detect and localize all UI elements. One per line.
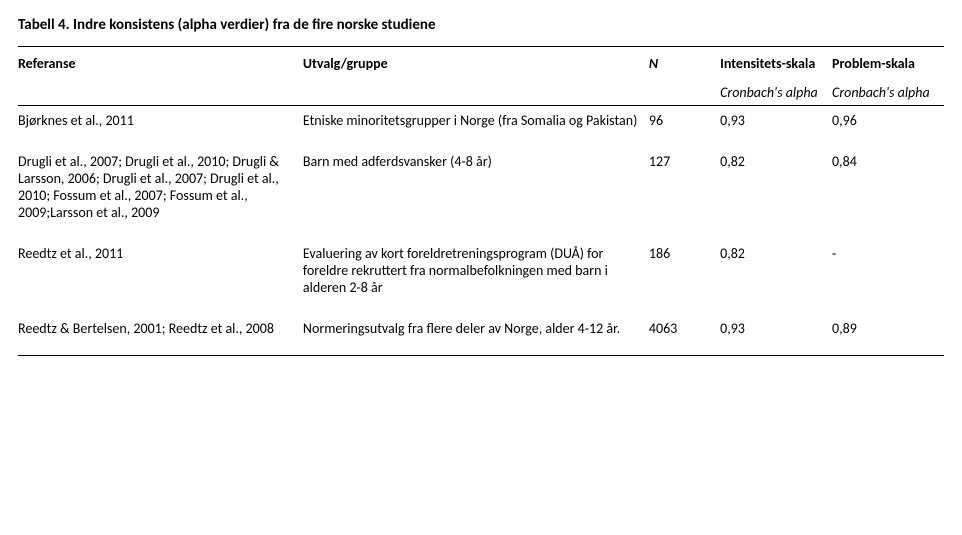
cell-intensity: 0,93: [720, 106, 832, 148]
cell-problem: 0,84: [832, 147, 944, 239]
header-problem: Problem-skala: [832, 47, 944, 79]
cell-group: Normeringsutvalg fra flere deler av Norg…: [303, 314, 649, 356]
cell-ref: Bjørknes et al., 2011: [18, 106, 303, 148]
cell-ref: Reedtz & Bertelsen, 2001; Reedtz et al.,…: [18, 314, 303, 356]
cell-n: 96: [649, 106, 720, 148]
cell-group: Etniske minoritetsgrupper i Norge (fra S…: [303, 106, 649, 148]
cell-n: 186: [649, 239, 720, 314]
subheader-blank-2: [303, 78, 649, 106]
cell-group: Barn med adferdsvansker (4-8 år): [303, 147, 649, 239]
cell-ref: Reedtz et al., 2011: [18, 239, 303, 314]
cell-n: 4063: [649, 314, 720, 356]
subheader-blank-1: [18, 78, 303, 106]
table-title: Tabell 4. Indre konsistens (alpha verdie…: [18, 10, 944, 46]
subheader-alpha-b: Cronbach's alpha: [832, 78, 944, 106]
cell-n: 127: [649, 147, 720, 239]
header-group: Utvalg/gruppe: [303, 47, 649, 79]
subheader-alpha-a: Cronbach's alpha: [720, 78, 832, 106]
cell-intensity: 0,82: [720, 147, 832, 239]
subheader-blank-3: [649, 78, 720, 106]
cell-group: Evaluering av kort foreldretreningsprogr…: [303, 239, 649, 314]
header-intensity: Intensitets-skala: [720, 47, 832, 79]
table-row: Reedtz & Bertelsen, 2001; Reedtz et al.,…: [18, 314, 944, 356]
table-row: Reedtz et al., 2011Evaluering av kort fo…: [18, 239, 944, 314]
header-n: N: [649, 47, 720, 79]
header-ref: Referanse: [18, 47, 303, 79]
table-row: Bjørknes et al., 2011Etniske minoritetsg…: [18, 106, 944, 148]
cell-intensity: 0,93: [720, 314, 832, 356]
cell-intensity: 0,82: [720, 239, 832, 314]
cell-problem: 0,96: [832, 106, 944, 148]
data-table: Referanse Utvalg/gruppe N Intensitets-sk…: [18, 46, 944, 356]
cell-ref: Drugli et al., 2007; Drugli et al., 2010…: [18, 147, 303, 239]
cell-problem: 0,89: [832, 314, 944, 356]
table-row: Drugli et al., 2007; Drugli et al., 2010…: [18, 147, 944, 239]
cell-problem: -: [832, 239, 944, 314]
